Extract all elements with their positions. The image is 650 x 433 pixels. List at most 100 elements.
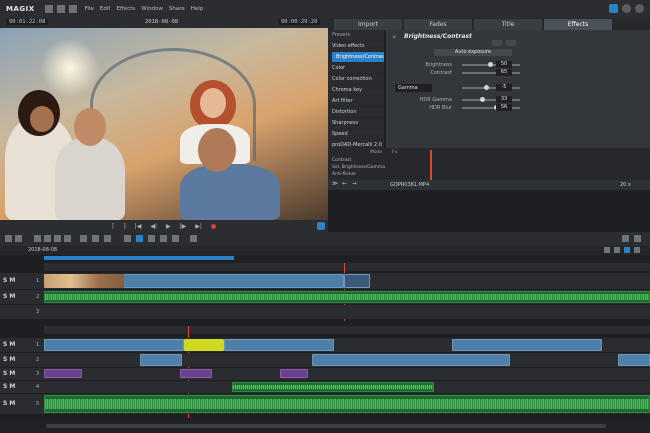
kf-row-contrast[interactable]: Contrast	[332, 158, 351, 164]
contrast-value[interactable]: 65	[496, 69, 512, 76]
kf-row-anti-flicker[interactable]: Anti-flicker	[332, 172, 356, 178]
menu-file[interactable]: File	[85, 6, 94, 12]
clip-b1-a[interactable]	[44, 339, 184, 351]
hdr-blur-value[interactable]: 56	[496, 104, 512, 111]
view-icon-4[interactable]	[634, 247, 640, 253]
storyboard-icon[interactable]	[190, 235, 197, 242]
collapse-icon[interactable]: ≫	[332, 181, 338, 187]
zoom-icon[interactable]	[172, 235, 179, 242]
presets-group[interactable]: Video effects	[328, 41, 384, 52]
preset-art-filter[interactable]: Art filter	[328, 96, 384, 107]
step-back-icon[interactable]: ◀|	[150, 223, 157, 230]
clip-b1-b[interactable]	[224, 339, 334, 351]
back-chevron-icon[interactable]: «	[392, 33, 396, 41]
zoom-level[interactable]: 20 s	[620, 182, 631, 188]
brightness-value[interactable]: 50	[496, 61, 512, 68]
track-label-bottom-4[interactable]: S M	[3, 383, 15, 390]
menu-edit[interactable]: Edit	[100, 6, 111, 12]
marker-icon[interactable]	[54, 235, 61, 242]
group-icon[interactable]	[80, 235, 87, 242]
title-clip-c[interactable]	[280, 369, 308, 378]
menu-window[interactable]: Window	[141, 6, 163, 12]
save-file-icon[interactable]	[68, 5, 77, 13]
tab-title[interactable]: Title	[474, 19, 542, 30]
undo-icon[interactable]	[5, 235, 12, 242]
help-icon[interactable]	[635, 4, 644, 13]
hdr-gamma-value[interactable]: 33	[496, 96, 512, 103]
pointer-icon[interactable]	[124, 235, 131, 242]
mark-in-icon[interactable]: [	[112, 223, 114, 230]
expand-icon[interactable]	[506, 40, 516, 46]
video-clip-tail[interactable]	[344, 274, 370, 288]
open-file-icon[interactable]	[56, 5, 65, 13]
step-forward-icon[interactable]: |▶	[180, 223, 187, 230]
view-icon-1[interactable]	[604, 247, 610, 253]
cut-mode-icon[interactable]	[136, 235, 143, 242]
video-clip-thumbs[interactable]	[44, 274, 124, 288]
track-label-bottom-3[interactable]: S M	[3, 370, 15, 377]
brightness-knob[interactable]	[488, 62, 493, 67]
clip-b2-c[interactable]	[618, 354, 650, 366]
preset-color-correction[interactable]: Color correction	[328, 74, 384, 85]
tab-fades[interactable]: Fades	[404, 19, 472, 30]
fullscreen-icon[interactable]	[317, 222, 325, 230]
menu-share[interactable]: Share	[169, 6, 185, 12]
record-icon[interactable]	[210, 223, 216, 229]
tab-import[interactable]: Import	[334, 19, 402, 30]
auto-exposure-button[interactable]: Auto exposure	[434, 49, 512, 56]
stretch-icon[interactable]	[160, 235, 167, 242]
gamma-value[interactable]: -5	[496, 84, 512, 91]
prev-marker-icon[interactable]: |◀	[135, 223, 142, 230]
clip-b1-c[interactable]	[452, 339, 602, 351]
chevron-down-icon[interactable]	[634, 235, 641, 242]
view-icon-3[interactable]	[624, 247, 630, 253]
split-icon[interactable]	[148, 235, 155, 242]
track-label-bottom-2[interactable]: S M	[3, 356, 15, 363]
title-clip-b[interactable]	[180, 369, 212, 378]
title-clip-a[interactable]	[44, 369, 82, 378]
reset-icon[interactable]	[492, 40, 502, 46]
menu-help[interactable]: Help	[191, 6, 204, 12]
mark-out-icon[interactable]: ]	[123, 223, 125, 230]
cut-icon[interactable]	[64, 235, 71, 242]
track-label-bottom-1[interactable]: S M	[3, 341, 15, 348]
gamma-knob[interactable]	[484, 85, 489, 90]
clip-b2-a[interactable]	[140, 354, 182, 366]
time-ruler-top[interactable]	[44, 263, 650, 271]
preset-brightness-contrast[interactable]: Brightness/Contrast	[332, 52, 384, 63]
preset-color[interactable]: Color	[328, 63, 384, 74]
preset-distortion[interactable]: Distortion	[328, 107, 384, 118]
audio-clip-music[interactable]	[44, 395, 650, 413]
track-label-top-1[interactable]: S M	[3, 277, 15, 284]
back-arrow-icon[interactable]: ←	[342, 181, 347, 187]
audio-clip-top[interactable]	[44, 291, 650, 303]
share-icon[interactable]	[609, 4, 618, 13]
preset-speed[interactable]: Speed	[328, 129, 384, 140]
video-preview[interactable]	[0, 28, 328, 220]
kf-row-brightness-gamma[interactable]: Sel. Brightness/Gamma	[332, 165, 385, 171]
preset-sharpness[interactable]: Sharpness	[328, 118, 384, 129]
delete-icon[interactable]	[34, 235, 41, 242]
title-icon[interactable]	[44, 235, 51, 242]
track-label-bottom-5[interactable]: S M	[3, 400, 15, 407]
clip-b2-b[interactable]	[312, 354, 510, 366]
scrollbar-thumb[interactable]	[46, 424, 606, 428]
tab-effects[interactable]: Effects	[544, 19, 612, 30]
timeline-mode-icon[interactable]	[622, 235, 629, 242]
preset-chroma-key[interactable]: Chroma key	[328, 85, 384, 96]
menu-effects[interactable]: Effects	[117, 6, 136, 12]
wand-icon[interactable]	[104, 235, 111, 242]
play-icon[interactable]: ▶	[166, 223, 171, 230]
keyframe-playhead[interactable]	[430, 150, 432, 180]
settings-icon[interactable]	[622, 4, 631, 13]
next-marker-icon[interactable]: ▶|	[195, 223, 202, 230]
timeline-scrollbar[interactable]	[0, 420, 650, 433]
range-bar[interactable]	[44, 256, 234, 260]
track-label-top-2[interactable]: S M	[3, 293, 15, 300]
hdr-gamma-knob[interactable]	[480, 97, 485, 102]
new-file-icon[interactable]	[44, 5, 53, 13]
time-ruler-bottom[interactable]	[44, 326, 650, 334]
view-icon-2[interactable]	[614, 247, 620, 253]
clip-b1-highlight[interactable]	[184, 339, 224, 351]
redo-icon[interactable]	[15, 235, 22, 242]
